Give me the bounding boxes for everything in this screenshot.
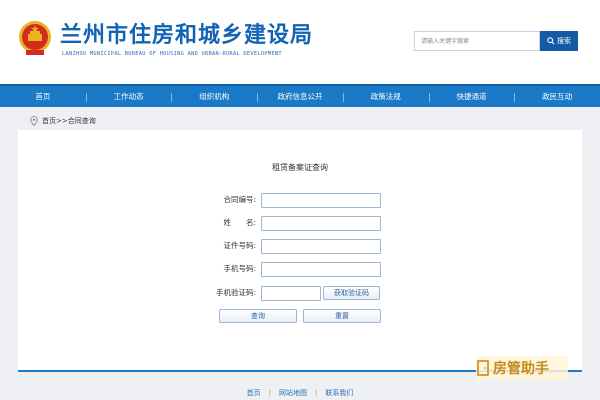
nav-item-shortcuts[interactable]: 快捷通道	[428, 86, 515, 107]
reset-button[interactable]: 重置	[303, 309, 381, 323]
site-header: 兰州市住房和城乡建设局 LANZHOU MUNICIPAL BUREAU OF …	[0, 0, 600, 84]
door-icon	[477, 360, 489, 376]
footer-link-sitemap[interactable]: 网站地图	[279, 388, 307, 398]
nav-item-policies[interactable]: 政策法规	[342, 86, 429, 107]
site-subtitle: LANZHOU MUNICIPAL BUREAU OF HOUSING AND …	[62, 51, 282, 57]
watermark-text: 房管助手	[493, 361, 549, 377]
watermark: 房管助手	[476, 356, 568, 380]
footer-separator: |	[315, 389, 318, 397]
id-no-label: 证件号码:	[223, 241, 256, 250]
captcha-label: 手机验证码:	[215, 288, 256, 297]
site-title: 兰州市住房和城乡建设局	[60, 23, 314, 48]
search-icon	[547, 37, 555, 45]
name-field[interactable]	[261, 216, 381, 231]
nav-item-home[interactable]: 首页	[0, 86, 86, 107]
search-button-label: 搜索	[557, 37, 571, 45]
footer-links: 首页 | 网站地图 | 联系我们	[0, 388, 600, 398]
breadcrumb-text[interactable]: 首页>>合同查询	[42, 116, 96, 126]
query-button[interactable]: 查询	[219, 309, 297, 323]
nav-item-gov-info[interactable]: 政府信息公开	[257, 86, 343, 107]
footer-link-contact[interactable]: 联系我们	[325, 388, 353, 398]
captcha-field[interactable]	[261, 286, 321, 301]
contract-no-label: 合同编号:	[223, 195, 256, 204]
nav-item-organization[interactable]: 组织机构	[171, 86, 257, 107]
query-card: 租赁备案证查询 合同编号: 姓 名: 证件号码: 手机号码: 手机验证码: 获取…	[18, 130, 582, 370]
id-no-field[interactable]	[261, 239, 381, 254]
breadcrumb: 首页>>合同查询	[30, 114, 96, 128]
name-label: 姓 名:	[223, 218, 256, 227]
location-pin-icon	[30, 116, 38, 126]
phone-field[interactable]	[261, 262, 381, 277]
nav-item-work-news[interactable]: 工作动态	[85, 86, 172, 107]
phone-label: 手机号码:	[223, 264, 256, 273]
search-input[interactable]	[414, 31, 540, 51]
national-emblem-icon	[19, 21, 51, 55]
contract-no-field[interactable]	[261, 193, 381, 208]
search-button[interactable]: 搜索	[540, 31, 578, 51]
nav-item-interaction[interactable]: 政民互动	[514, 86, 600, 107]
form-title: 租赁备案证查询	[272, 163, 328, 172]
main-nav: 首页 工作动态 组织机构 政府信息公开 政策法规 快捷通道 政民互动	[0, 84, 600, 107]
footer-separator: |	[268, 389, 271, 397]
footer-link-home[interactable]: 首页	[247, 388, 261, 398]
get-code-button[interactable]: 获取验证码	[323, 286, 380, 300]
